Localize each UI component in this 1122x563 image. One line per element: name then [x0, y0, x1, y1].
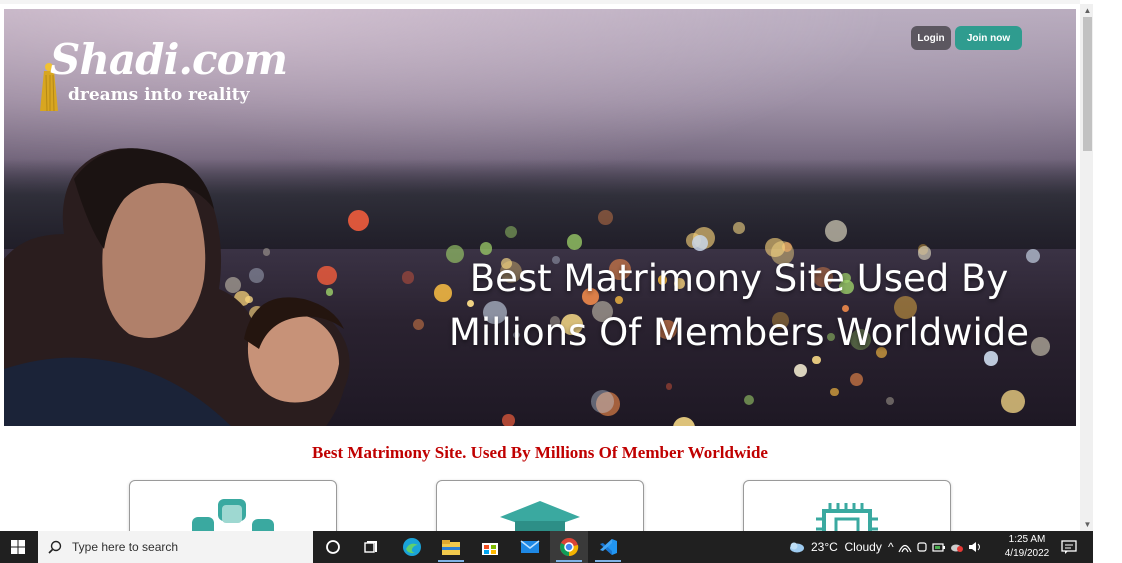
- headline-line-1: Best Matrimony Site Used By: [469, 257, 1009, 300]
- edge-icon[interactable]: [393, 531, 431, 563]
- taskbar-search-box[interactable]: Type here to search: [38, 531, 313, 563]
- system-tray: ^: [888, 531, 982, 563]
- volume-icon[interactable]: [968, 541, 982, 553]
- hero-headline: Best Matrimony Site Used By Millions Of …: [414, 252, 1064, 360]
- hero-banner: Shadi.com dreams into reality Login Join…: [4, 9, 1076, 426]
- network-icon[interactable]: [898, 541, 912, 553]
- system-clock[interactable]: 1:25 AM 4/19/2022: [1002, 533, 1052, 561]
- cloud-icon: [790, 542, 804, 553]
- weather-widget[interactable]: 23°C Cloudy: [787, 531, 882, 563]
- search-placeholder: Type here to search: [72, 540, 179, 554]
- brand-name: Shadi.com: [50, 35, 288, 84]
- brand-logo[interactable]: Shadi.com dreams into reality: [38, 35, 288, 119]
- onedrive-error-icon[interactable]: [950, 541, 964, 553]
- vscode-icon[interactable]: [589, 531, 627, 563]
- clock-date: 4/19/2022: [1004, 548, 1050, 559]
- auth-buttons: Login Join now: [911, 26, 1022, 50]
- battery-icon[interactable]: [932, 541, 946, 553]
- feature-card-3[interactable]: [743, 480, 951, 531]
- couple-photo: [4, 148, 350, 426]
- notifications-icon[interactable]: [1058, 531, 1080, 563]
- windows-taskbar: Type here to search 23°C Cloudy ^ 1:25 A…: [0, 531, 1093, 563]
- top-border: [0, 0, 1080, 4]
- task-view-icon[interactable]: [352, 531, 390, 563]
- mail-icon[interactable]: [511, 531, 549, 563]
- chip-icon: [816, 503, 878, 531]
- chevron-up-icon[interactable]: ^: [888, 540, 894, 554]
- scroll-thumb[interactable]: [1083, 17, 1092, 151]
- cortana-icon[interactable]: [314, 531, 352, 563]
- start-button[interactable]: [0, 531, 36, 563]
- meet-now-icon[interactable]: [916, 541, 928, 553]
- login-button[interactable]: Login: [911, 26, 951, 50]
- feature-card-1[interactable]: [129, 480, 337, 531]
- search-icon: [48, 540, 62, 554]
- file-explorer-icon[interactable]: [432, 531, 470, 563]
- weather-text: 23°C Cloudy: [811, 540, 882, 554]
- people-icon: [192, 499, 274, 531]
- graduation-cap-icon: [500, 501, 580, 531]
- brand-tagline: dreams into reality: [68, 85, 250, 105]
- chrome-icon[interactable]: [550, 531, 588, 563]
- windows-logo-icon: [11, 540, 25, 554]
- headline-line-2: Millions Of Members Worldwide: [448, 311, 1030, 354]
- feature-card-2[interactable]: [436, 480, 644, 531]
- clock-time: 1:25 AM: [1008, 534, 1046, 545]
- browser-viewport: Shadi.com dreams into reality Login Join…: [0, 0, 1080, 531]
- join-now-button[interactable]: Join now: [955, 26, 1022, 50]
- section-subheading: Best Matrimony Site. Used By Millions Of…: [312, 443, 768, 462]
- store-icon[interactable]: [471, 531, 509, 563]
